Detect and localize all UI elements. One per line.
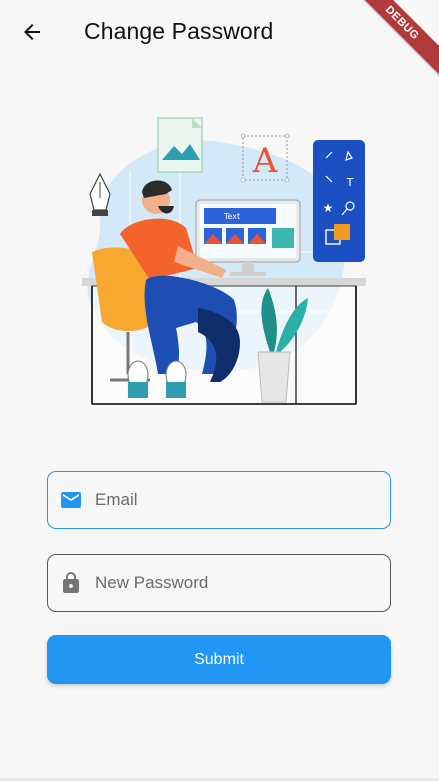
- submit-button[interactable]: Submit: [47, 635, 391, 684]
- email-field[interactable]: [47, 471, 391, 529]
- svg-text:★: ★: [323, 201, 334, 215]
- app-bar: Change Password: [0, 0, 439, 64]
- mail-icon: [59, 488, 83, 512]
- page-title: Change Password: [84, 18, 274, 44]
- svg-text:T: T: [346, 176, 354, 189]
- designer-illustration: A T ★ Text: [82, 117, 366, 405]
- new-password-input[interactable]: [95, 573, 375, 593]
- change-password-screen: Change Password DEBUG A T ★ Text Email S…: [0, 0, 439, 781]
- new-password-field[interactable]: [47, 554, 391, 612]
- tools-panel-graphic: T ★: [313, 140, 365, 262]
- svg-text:Text: Text: [223, 212, 240, 221]
- arrow-back-icon: [24, 24, 40, 40]
- lock-icon: [59, 571, 83, 595]
- back-button[interactable]: [14, 14, 50, 50]
- svg-text:A: A: [252, 141, 278, 181]
- image-frame-icon: [157, 117, 203, 173]
- email-input[interactable]: [95, 490, 375, 510]
